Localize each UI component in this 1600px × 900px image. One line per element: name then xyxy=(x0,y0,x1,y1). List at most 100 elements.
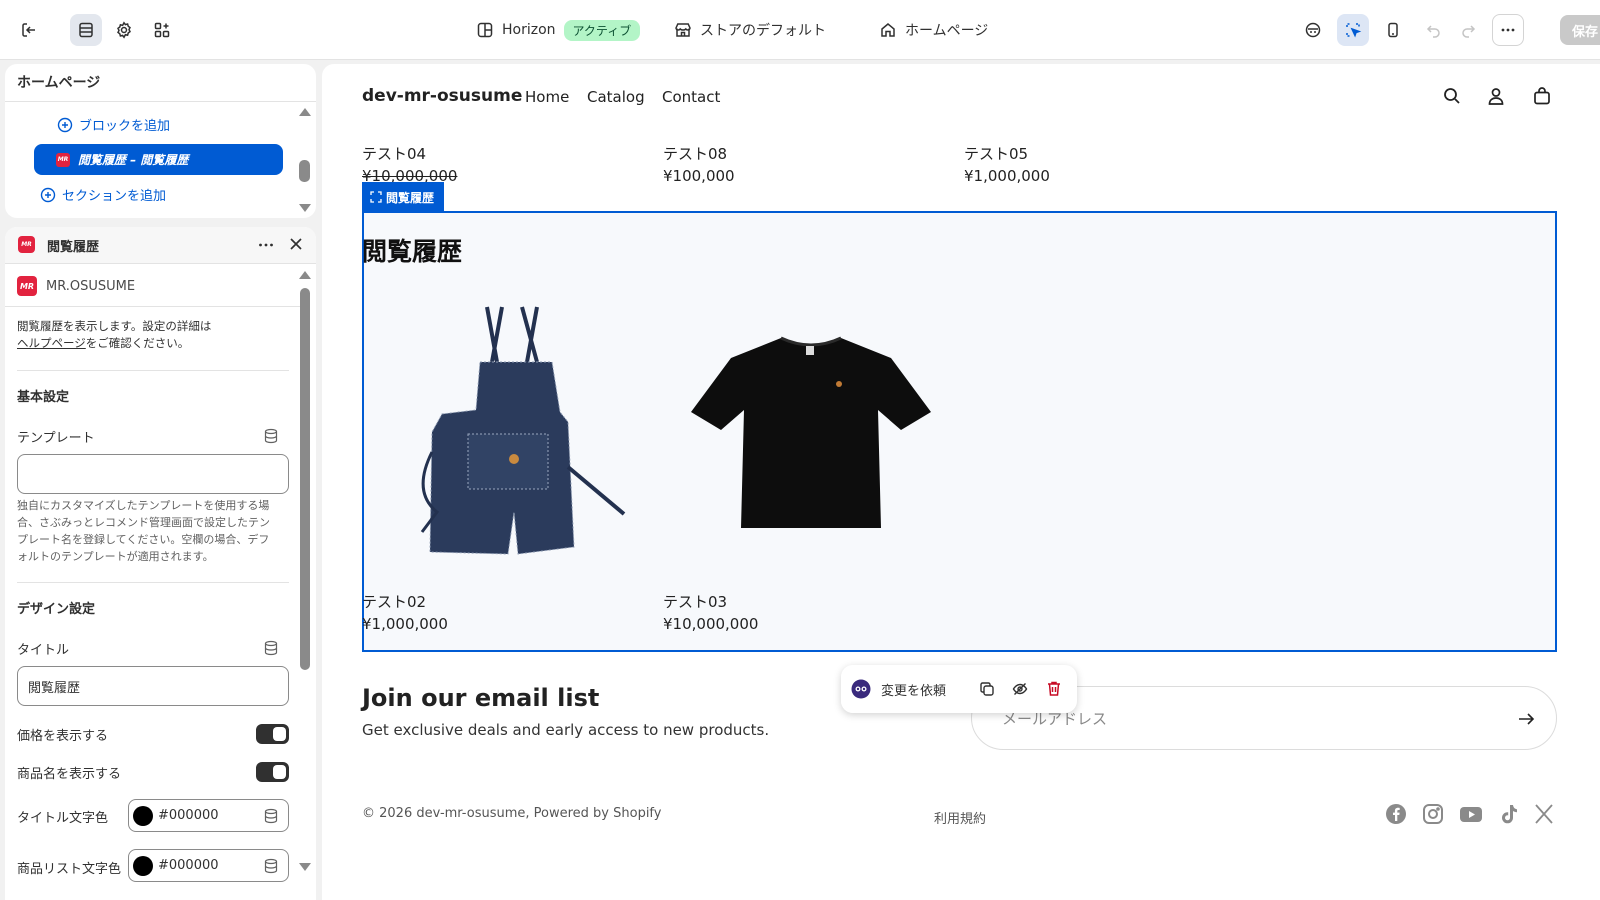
store-icon xyxy=(675,23,691,37)
nav-home[interactable]: Home xyxy=(525,88,569,106)
more-icon xyxy=(1501,28,1515,32)
scroll-up-arrow[interactable] xyxy=(299,108,311,116)
theme-selector[interactable]: Horizon アクティブ xyxy=(476,17,641,43)
theme-settings-button[interactable] xyxy=(108,14,140,46)
search-icon[interactable] xyxy=(1442,86,1462,106)
scrollbar-thumb[interactable] xyxy=(300,288,310,670)
ai-sidekick-button[interactable] xyxy=(1297,14,1329,46)
dynamic-source-icon[interactable] xyxy=(264,858,278,874)
hide-icon[interactable] xyxy=(1012,681,1028,697)
divider xyxy=(17,582,289,583)
request-change-label: 変更を依頼 xyxy=(881,683,947,699)
selected-section-tag[interactable]: 閲覧履歴 xyxy=(362,182,444,212)
title-input[interactable]: 閲覧履歴 xyxy=(17,666,289,706)
product-image-black-tshirt[interactable] xyxy=(686,332,936,532)
scroll-down-arrow[interactable] xyxy=(299,863,311,871)
dynamic-source-icon[interactable] xyxy=(264,428,278,444)
market-selector[interactable]: ストアのデフォルト xyxy=(674,17,826,43)
settings-panel-title: 閲覧履歴 xyxy=(47,240,100,255)
history-product-name[interactable]: テスト03 xyxy=(663,591,727,612)
footer-terms-link[interactable]: 利用規約 xyxy=(934,808,986,827)
exit-button[interactable] xyxy=(13,14,45,46)
email-signup-title: Join our email list xyxy=(362,684,600,712)
product-name[interactable]: テスト05 xyxy=(964,143,1028,164)
sections-button[interactable] xyxy=(70,14,102,46)
scrollbar-thumb[interactable] xyxy=(299,160,310,182)
editor-topbar: Horizon アクティブ ストアのデフォルト ホームページ 保存 xyxy=(0,0,1600,60)
list-color-picker[interactable]: #000000 xyxy=(128,849,289,882)
inspector-button[interactable] xyxy=(1337,14,1369,46)
request-change-button[interactable]: 変更を依頼 xyxy=(841,665,965,713)
layout-icon xyxy=(477,22,493,38)
youtube-icon[interactable] xyxy=(1459,803,1483,825)
delete-icon[interactable] xyxy=(1046,680,1062,697)
arrow-right-icon[interactable] xyxy=(1516,709,1536,729)
sidekick-icon xyxy=(1305,22,1321,38)
color-swatch[interactable] xyxy=(133,805,153,826)
history-product-name[interactable]: テスト02 xyxy=(362,591,426,612)
scroll-down-arrow[interactable] xyxy=(299,204,311,212)
redo-icon xyxy=(1462,25,1476,38)
template-input[interactable] xyxy=(17,454,289,494)
product-name[interactable]: テスト08 xyxy=(663,143,727,164)
email-signup-subtitle: Get exclusive deals and early access to … xyxy=(362,721,770,739)
duplicate-icon[interactable] xyxy=(979,681,995,697)
home-icon xyxy=(881,23,895,37)
undo-button[interactable] xyxy=(1418,14,1450,46)
scroll-up-arrow[interactable] xyxy=(299,271,311,279)
dynamic-source-icon[interactable] xyxy=(264,808,278,824)
add-block-label: ブロックを追加 xyxy=(79,119,171,134)
cart-icon[interactable] xyxy=(1532,86,1552,106)
title-color-picker[interactable]: #000000 xyxy=(128,799,289,832)
account-icon[interactable] xyxy=(1486,86,1506,106)
page-selector[interactable]: ホームページ xyxy=(879,17,988,43)
block-action-bar: 変更を依頼 xyxy=(841,665,1077,713)
select-cursor-icon xyxy=(1346,23,1362,38)
block-description: 閲覧履歴を表示します。設定の詳細は ヘルプページをご確認ください。 xyxy=(17,319,212,350)
show-price-label: 価格を表示する xyxy=(17,729,109,744)
more-icon xyxy=(259,243,273,247)
store-brand[interactable]: dev-mr-osusume xyxy=(362,86,522,106)
product-price: ¥1,000,000 xyxy=(964,167,1050,185)
sections-panel: ホームページ ブロックを追加 MR 閲覧履歴 – 閲覧履歴 セクションを追加 xyxy=(5,64,316,218)
page-select-label: ホームページ xyxy=(905,23,989,39)
product-image-denim-apron[interactable] xyxy=(402,302,632,562)
divider xyxy=(5,263,316,264)
more-options-button[interactable] xyxy=(257,236,275,258)
facebook-icon[interactable] xyxy=(1385,803,1407,825)
apps-icon xyxy=(154,22,170,38)
show-name-toggle[interactable] xyxy=(256,762,289,782)
plus-circle-icon xyxy=(57,117,73,132)
plus-circle-icon xyxy=(40,187,56,202)
save-button[interactable]: 保存 xyxy=(1560,15,1600,45)
exit-icon xyxy=(22,23,35,37)
nav-contact[interactable]: Contact xyxy=(662,88,720,106)
instagram-icon[interactable] xyxy=(1422,803,1444,825)
sidebar-item-label: 閲覧履歴 – 閲覧履歴 xyxy=(78,153,189,167)
help-page-link[interactable]: ヘルプページ xyxy=(17,336,86,350)
basic-settings-heading: 基本設定 xyxy=(17,390,70,405)
show-name-label: 商品名を表示する xyxy=(17,767,122,782)
dynamic-source-icon[interactable] xyxy=(264,640,278,656)
storefront-preview: dev-mr-osusume Home Catalog Contact テスト0… xyxy=(322,64,1600,900)
mobile-icon xyxy=(1388,22,1398,38)
color-swatch[interactable] xyxy=(133,855,153,876)
add-block-link[interactable]: ブロックを追加 xyxy=(57,115,170,134)
add-section-link[interactable]: セクションを追加 xyxy=(40,185,166,204)
history-product-price: ¥1,000,000 xyxy=(362,615,448,633)
tiktok-icon[interactable] xyxy=(1499,803,1519,825)
product-name[interactable]: テスト04 xyxy=(362,143,426,164)
redo-button[interactable] xyxy=(1452,14,1484,46)
section-title: 閲覧履歴 xyxy=(362,237,463,266)
close-button[interactable] xyxy=(288,236,304,256)
nav-catalog[interactable]: Catalog xyxy=(587,88,645,106)
sidebar-item-browsing-history[interactable]: MR 閲覧履歴 – 閲覧履歴 xyxy=(34,144,283,175)
x-icon[interactable] xyxy=(1534,803,1554,825)
title-color-label: タイトル文字色 xyxy=(17,811,109,826)
store-default-label: ストアのデフォルト xyxy=(700,23,826,39)
show-price-toggle[interactable] xyxy=(256,724,289,744)
mobile-preview-button[interactable] xyxy=(1377,14,1409,46)
more-actions-button[interactable] xyxy=(1492,14,1524,46)
mr-osusume-logo: MR xyxy=(18,236,35,253)
apps-button[interactable] xyxy=(146,14,178,46)
